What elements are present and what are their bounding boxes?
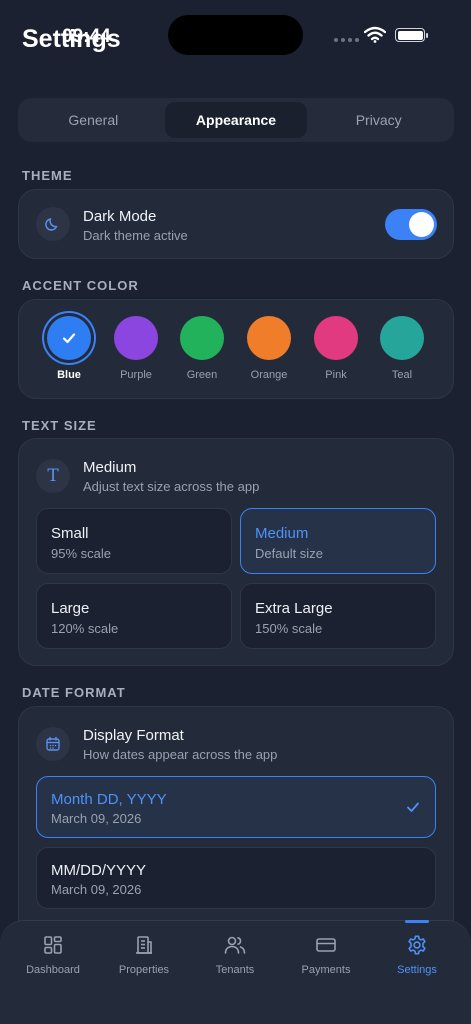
option-subtitle: March 09, 2026	[51, 882, 142, 897]
option-title: Extra Large	[255, 600, 333, 617]
tab-privacy[interactable]: Privacy	[307, 102, 450, 138]
users-icon	[224, 933, 246, 957]
option-subtitle: 95% scale	[51, 546, 111, 561]
accent-label-pink: Pink	[325, 369, 347, 381]
date-format-title: Display Format	[83, 727, 184, 744]
tab-general[interactable]: General	[22, 102, 165, 138]
status-bar: 09:44 Settings	[0, 0, 471, 80]
wifi-icon	[364, 26, 386, 43]
text-size-card: T Medium Adjust text size across the app…	[18, 438, 454, 666]
date-format-section-label: DATE FORMAT	[22, 685, 126, 700]
nav-item-payments[interactable]: Payments	[281, 921, 371, 991]
text-size-option-large[interactable]: Large 120% scale	[36, 583, 232, 649]
dark-mode-title: Dark Mode	[83, 208, 157, 225]
accent-swatch-teal[interactable]	[380, 316, 424, 360]
accent-swatch-blue[interactable]	[47, 316, 91, 360]
nav-item-settings[interactable]: Settings	[372, 921, 462, 991]
date-format-subtitle: How dates appear across the app	[83, 747, 278, 762]
accent-swatch-purple[interactable]	[114, 316, 158, 360]
option-title: Medium	[255, 525, 309, 542]
accent-swatch-green[interactable]	[180, 316, 224, 360]
grid-icon	[43, 933, 63, 957]
nav-label: Dashboard	[26, 964, 80, 976]
accent-label-orange: Orange	[250, 369, 288, 381]
theme-card: Dark Mode Dark theme active	[18, 189, 454, 259]
card-icon	[315, 933, 337, 957]
nav-item-properties[interactable]: Properties	[99, 921, 189, 991]
dynamic-island	[168, 15, 303, 55]
battery-icon	[395, 28, 428, 42]
building-icon	[134, 933, 154, 957]
accent-section-label: ACCENT COLOR	[22, 278, 139, 293]
text-size-icon: T	[36, 459, 70, 493]
nav-label: Properties	[118, 964, 170, 976]
option-title: Large	[51, 600, 90, 617]
text-size-title: Medium	[83, 459, 137, 476]
gear-icon	[406, 933, 428, 957]
option-subtitle: March 09, 2026	[51, 811, 142, 826]
calendar-icon	[36, 727, 70, 761]
moon-icon	[36, 207, 70, 241]
accent-label-blue: Blue	[57, 369, 81, 381]
option-title: MM/DD/YYYY	[51, 862, 147, 879]
check-icon	[47, 316, 91, 360]
accent-swatch-pink[interactable]	[314, 316, 358, 360]
bottom-nav: Dashboard Properties Tenants Payments Se…	[0, 920, 471, 1024]
settings-tabs: General Appearance Privacy	[18, 98, 454, 142]
option-title: Small	[51, 525, 89, 542]
accent-label-teal: Teal	[391, 369, 413, 381]
nav-label: Tenants	[215, 964, 255, 976]
date-format-option-mm-dd-yyyy[interactable]: MM/DD/YYYY March 09, 2026	[36, 847, 436, 909]
text-size-section-label: TEXT SIZE	[22, 418, 97, 433]
nav-label: Settings	[397, 964, 437, 976]
dark-mode-toggle[interactable]	[385, 209, 437, 240]
option-subtitle: Default size	[255, 546, 323, 561]
accent-label-purple: Purple	[120, 369, 152, 381]
text-size-option-small[interactable]: Small 95% scale	[36, 508, 232, 574]
option-subtitle: 120% scale	[51, 621, 119, 636]
option-title: Month DD, YYYY	[51, 791, 167, 808]
nav-item-tenants[interactable]: Tenants	[190, 921, 280, 991]
dark-mode-subtitle: Dark theme active	[83, 228, 188, 243]
nav-item-dashboard[interactable]: Dashboard	[8, 921, 98, 991]
nav-label: Payments	[301, 964, 351, 976]
check-icon	[407, 802, 419, 812]
accent-card: Blue Purple Green Orange Pink Teal	[18, 299, 454, 399]
accent-swatch-orange[interactable]	[247, 316, 291, 360]
page-title: Settings	[22, 25, 121, 53]
text-size-option-extra-large[interactable]: Extra Large 150% scale	[240, 583, 436, 649]
signal-icon	[334, 38, 359, 42]
option-subtitle: 150% scale	[255, 621, 323, 636]
theme-section-label: THEME	[22, 168, 73, 183]
accent-label-green: Green	[186, 369, 218, 381]
tab-appearance[interactable]: Appearance	[164, 102, 308, 138]
text-size-option-medium[interactable]: Medium Default size	[240, 508, 436, 574]
text-size-subtitle: Adjust text size across the app	[83, 479, 260, 494]
date-format-option-month-dd-yyyy[interactable]: Month DD, YYYY March 09, 2026	[36, 776, 436, 838]
